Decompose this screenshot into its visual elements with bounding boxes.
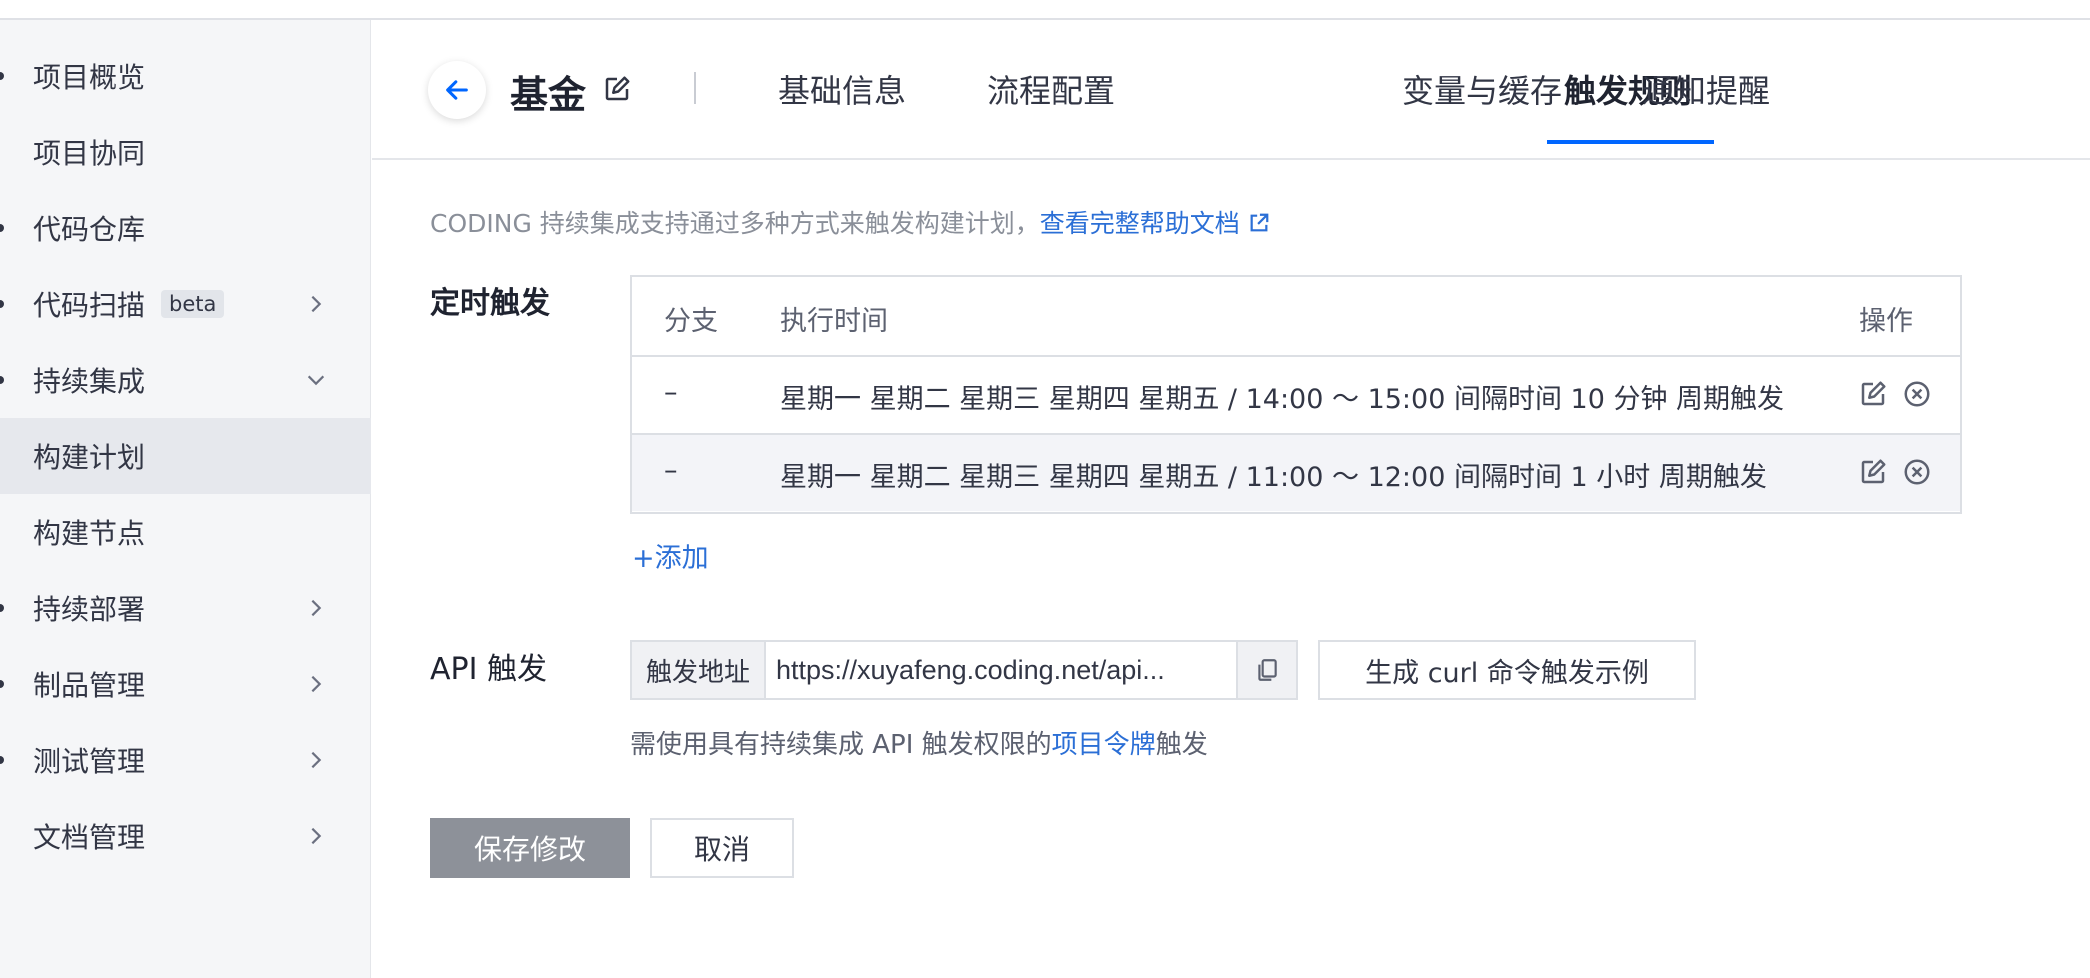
header-divider — [694, 72, 696, 104]
sidebar-item-build-node[interactable]: 构建节点 — [0, 494, 371, 570]
schedule-table: 分支 执行时间 操作 – 星期一 星期二 星期三 星期四 星期五 / 14:00… — [630, 275, 1962, 514]
column-header-branch: 分支 — [664, 306, 718, 337]
back-button[interactable] — [428, 61, 486, 119]
api-section-label: API 触发 — [430, 652, 547, 687]
generate-curl-button[interactable]: 生成 curl 命令触发示例 — [1318, 640, 1696, 700]
nav-dot — [0, 376, 4, 384]
nav-dot — [0, 680, 4, 688]
tab-flow-config[interactable]: 流程配置 — [987, 66, 1115, 112]
sidebar-item-label: 构建节点 — [33, 517, 146, 550]
table-row: – 星期一 星期二 星期三 星期四 星期五 / 11:00 ～ 12:00 间隔… — [632, 433, 1960, 511]
chevron-right-icon — [311, 827, 322, 845]
help-doc-link[interactable]: 查看完整帮助文档 — [1040, 209, 1270, 238]
edit-icon[interactable] — [602, 74, 632, 104]
api-hint-suffix: 触发 — [1155, 730, 1208, 760]
page-header: 基金 基础信息 流程配置 触发规则 变量与缓存 通知提醒 — [372, 20, 2090, 160]
sidebar-item-label: 文档管理 — [33, 821, 146, 854]
sidebar-item-artifacts[interactable]: 制品管理 — [0, 646, 371, 722]
description: CODING 持续集成支持通过多种方式来触发构建计划，查看完整帮助文档 — [430, 204, 1270, 240]
tab-notifications[interactable]: 通知提醒 — [1642, 66, 1770, 112]
chevron-right-icon — [311, 751, 322, 769]
sidebar-item-ci[interactable]: 持续集成 — [0, 342, 371, 418]
nav-dot — [0, 300, 4, 308]
page-title: 基金 — [510, 73, 587, 117]
chevron-right-icon — [311, 599, 322, 617]
sidebar-item-docs[interactable]: 文档管理 — [0, 798, 371, 874]
sidebar-item-testing[interactable]: 测试管理 — [0, 722, 371, 798]
schedule-section-label: 定时触发 — [430, 286, 550, 321]
api-hint-prefix: 需使用具有持续集成 API 触发权限的 — [630, 730, 1052, 760]
sidebar-item-label: 代码扫描 — [33, 289, 146, 322]
beta-badge: beta — [161, 290, 225, 318]
sidebar-item-label: 持续部署 — [33, 593, 146, 626]
nav-dot — [0, 604, 4, 612]
chevron-right-icon — [311, 675, 322, 693]
api-url-prefix: 触发地址 — [632, 642, 766, 698]
sidebar-item-label: 持续集成 — [33, 365, 146, 398]
api-url-group: 触发地址 — [630, 640, 1298, 700]
branch-cell: – — [664, 455, 678, 486]
project-token-link[interactable]: 项目令牌 — [1052, 730, 1156, 760]
save-button[interactable]: 保存修改 — [430, 818, 630, 878]
external-link-icon — [1250, 213, 1269, 232]
cancel-button[interactable]: 取消 — [650, 818, 794, 878]
sidebar: 项目概览 项目协同 代码仓库 代码扫描 beta 持续集成 构建计划 构建节点 … — [0, 20, 371, 978]
sidebar-item-cd[interactable]: 持续部署 — [0, 570, 371, 646]
copy-icon — [1258, 659, 1277, 681]
add-schedule-button[interactable]: +添加 — [632, 536, 709, 575]
arrow-left-icon — [446, 80, 468, 100]
api-hint: 需使用具有持续集成 API 触发权限的项目令牌触发 — [630, 724, 1208, 761]
sidebar-item-label: 构建计划 — [33, 441, 146, 474]
column-header-time: 执行时间 — [780, 306, 888, 337]
edit-icon[interactable] — [1858, 457, 1888, 487]
sidebar-item-label: 制品管理 — [33, 669, 146, 702]
nav-dot — [0, 224, 4, 232]
nav-dot — [0, 72, 4, 80]
sidebar-item-build-plan[interactable]: 构建计划 — [0, 418, 371, 494]
time-cell: 星期一 星期二 星期三 星期四 星期五 / 14:00 ～ 15:00 间隔时间… — [780, 384, 1785, 415]
time-cell: 星期一 星期二 星期三 星期四 星期五 / 11:00 ～ 12:00 间隔时间… — [780, 462, 1767, 493]
delete-icon[interactable] — [1902, 379, 1932, 409]
copy-button[interactable] — [1236, 642, 1296, 698]
sidebar-item-label: 代码仓库 — [33, 213, 146, 246]
tab-basic-info[interactable]: 基础信息 — [778, 66, 906, 112]
chevron-right-icon — [311, 295, 322, 313]
sidebar-item-label: 测试管理 — [33, 745, 146, 778]
sidebar-item-project-overview[interactable]: 项目概览 — [0, 38, 371, 114]
tab-variables-cache[interactable]: 变量与缓存 — [1402, 66, 1562, 112]
delete-icon[interactable] — [1902, 457, 1932, 487]
help-doc-link-text: 查看完整帮助文档 — [1039, 209, 1240, 238]
table-row: – 星期一 星期二 星期三 星期四 星期五 / 14:00 ～ 15:00 间隔… — [632, 355, 1960, 433]
sidebar-item-code-scan[interactable]: 代码扫描 beta — [0, 266, 371, 342]
description-text: CODING 持续集成支持通过多种方式来触发构建计划， — [430, 209, 1040, 238]
sidebar-item-project-collab[interactable]: 项目协同 — [0, 114, 371, 190]
sidebar-item-label: 项目协同 — [33, 137, 146, 170]
nav-dot — [0, 756, 4, 764]
branch-cell: – — [664, 377, 678, 408]
chevron-down-icon — [307, 375, 325, 386]
active-tab-indicator — [1547, 140, 1714, 144]
column-header-actions: 操作 — [1859, 306, 1913, 337]
edit-icon[interactable] — [1858, 379, 1888, 409]
sidebar-item-label: 项目概览 — [33, 61, 146, 94]
sidebar-item-code-repo[interactable]: 代码仓库 — [0, 190, 371, 266]
api-url-field[interactable] — [766, 642, 1236, 698]
